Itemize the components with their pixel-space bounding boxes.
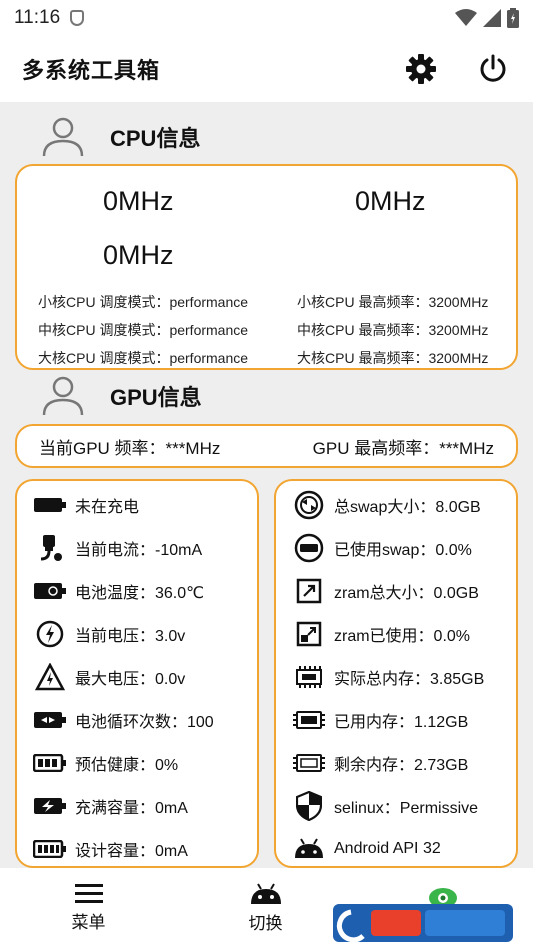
- list-item: 充满容量：0mA: [33, 784, 257, 827]
- list-item: zram已使用：0.0%: [292, 612, 516, 655]
- charging-status-text: 未在充电: [75, 498, 140, 516]
- design-capacity-icon: [33, 839, 66, 858]
- list-item: selinux：Permissive: [292, 784, 516, 827]
- nav-menu[interactable]: 菜单: [0, 868, 177, 948]
- signal-icon: [483, 9, 501, 27]
- used-ram-text: 已用内存：1.12GB: [334, 713, 469, 731]
- gpu-max-freq: GPU 最高频率：***MHz: [312, 438, 494, 458]
- max-voltage-text: 最大电压：0.0v: [75, 670, 186, 688]
- selinux-text: selinux：Permissive: [334, 799, 479, 817]
- free-ram-text: 剩余内存：2.73GB: [334, 756, 469, 774]
- status-bar: 11:16: [0, 0, 533, 36]
- health-text: 预估健康：0%: [75, 756, 179, 774]
- zram-total-text: zram总大小：0.0GB: [334, 584, 479, 602]
- mid-core-max-freq: 中核CPU 最高频率：3200MHz: [297, 322, 489, 338]
- app-title: 多系统工具箱: [22, 58, 161, 83]
- selinux-shield-icon: [296, 790, 322, 821]
- little-core-governor: 小核CPU 调度模式：performance: [38, 294, 249, 310]
- cpu-freq-1: 0MHz: [103, 186, 174, 216]
- site-logo-watermark: [333, 888, 513, 943]
- warning-voltage-icon: [35, 662, 65, 690]
- total-ram-text: 实际总内存：3.85GB: [334, 670, 485, 688]
- android-icon: [250, 882, 281, 904]
- android-api-text: Android API 32: [334, 839, 441, 857]
- list-item: zram总大小：0.0GB: [292, 569, 516, 612]
- charge-capacity-icon: [34, 797, 66, 814]
- nav-switch[interactable]: 切换: [177, 868, 354, 948]
- design-capacity-text: 设计容量：0mA: [75, 842, 188, 860]
- voltage-text: 当前电压：3.0v: [75, 627, 186, 645]
- memory-info-card: 总swap大小：8.0GB 已使用swap：0.0% zram总大小：0.0GB…: [274, 479, 518, 868]
- status-time: 11:16: [14, 7, 61, 28]
- list-item: 电池循环次数：100: [33, 698, 257, 741]
- cpu-info-card: 0MHz 0MHz 0MHz 小核CPU 调度模式：performance 中核…: [15, 164, 518, 370]
- list-item: 当前电流：-10mA: [33, 526, 257, 569]
- user-avatar-icon: [42, 376, 84, 416]
- user-avatar-icon: [42, 117, 84, 157]
- voltage-icon: [36, 620, 64, 647]
- list-item: 已用内存：1.12GB: [292, 698, 516, 741]
- list-item: 剩余内存：2.73GB: [292, 741, 516, 784]
- list-item: 已使用swap：0.0%: [292, 526, 516, 569]
- menu-icon: [74, 883, 103, 903]
- gpu-current-freq: 当前GPU 频率：***MHz: [39, 438, 221, 458]
- cpu-freq-3: 0MHz: [103, 240, 174, 270]
- list-item: 总swap大小：8.0GB: [292, 483, 516, 526]
- list-item: 最大电压：0.0v: [33, 655, 257, 698]
- ram-icon: [296, 665, 322, 688]
- list-item: 设计容量：0mA: [33, 827, 257, 870]
- gpu-section-header: GPU信息: [40, 373, 202, 419]
- shield-status-icon: [70, 10, 85, 26]
- list-item: 当前电压：3.0v: [33, 612, 257, 655]
- battery-cycle-icon: [34, 711, 66, 728]
- power-button[interactable]: [475, 51, 511, 87]
- cpu-title: CPU信息: [110, 126, 201, 151]
- android-icon: [295, 837, 323, 858]
- list-item: 电池温度：36.0℃: [33, 569, 257, 612]
- battery-icon: [34, 497, 66, 512]
- zram-used-icon: [296, 621, 322, 646]
- swap-used-icon: [294, 533, 324, 562]
- zram-used-text: zram已使用：0.0%: [334, 627, 471, 645]
- big-core-governor: 大核CPU 调度模式：performance: [38, 350, 249, 366]
- nav-menu-label: 菜单: [71, 912, 106, 932]
- list-item: 预估健康：0%: [33, 741, 257, 784]
- mid-core-governor: 中核CPU 调度模式：performance: [38, 322, 249, 338]
- list-item: 未在充电: [33, 483, 257, 526]
- list-item: Android API 32: [292, 827, 516, 870]
- cpu-freq-2: 0MHz: [355, 186, 426, 216]
- power-icon: [480, 54, 506, 82]
- app-bar: 多系统工具箱: [0, 36, 533, 102]
- list-item: 实际总内存：3.85GB: [292, 655, 516, 698]
- settings-button[interactable]: [403, 51, 439, 87]
- battery-health-icon: [33, 753, 66, 772]
- plug-icon: [40, 534, 62, 561]
- chip-icon: [293, 710, 325, 729]
- swap-total-text: 总swap大小：8.0GB: [334, 498, 481, 516]
- temperature-text: 电池温度：36.0℃: [75, 584, 205, 602]
- swap-used-text: 已使用swap：0.0%: [334, 541, 472, 559]
- current-text: 当前电流：-10mA: [75, 541, 203, 559]
- full-capacity-text: 充满容量：0mA: [75, 799, 188, 817]
- gear-icon: [406, 54, 436, 84]
- cycle-count-text: 电池循环次数：100: [75, 713, 214, 731]
- battery-temp-icon: [34, 582, 66, 599]
- zram-total-icon: [296, 578, 322, 603]
- swap-icon: [294, 490, 324, 519]
- battery-status-icon: [507, 8, 519, 28]
- nav-switch-label: 切换: [248, 913, 283, 933]
- gpu-title: GPU信息: [110, 385, 202, 410]
- cpu-section-header: CPU信息: [40, 114, 200, 160]
- little-core-max-freq: 小核CPU 最高频率：3200MHz: [297, 294, 489, 310]
- gpu-info-card: 当前GPU 频率：***MHz GPU 最高频率：***MHz: [15, 424, 518, 468]
- memory-list: 总swap大小：8.0GB 已使用swap：0.0% zram总大小：0.0GB…: [292, 483, 516, 870]
- battery-info-card: 未在充电 当前电流：-10mA 电池温度：36.0℃ 当前电压：3.0v 最大电…: [15, 479, 259, 868]
- wifi-icon: [455, 9, 477, 26]
- big-core-max-freq: 大核CPU 最高频率：3200MHz: [297, 350, 489, 366]
- chip-icon: [293, 753, 325, 772]
- battery-list: 未在充电 当前电流：-10mA 电池温度：36.0℃ 当前电压：3.0v 最大电…: [33, 483, 257, 870]
